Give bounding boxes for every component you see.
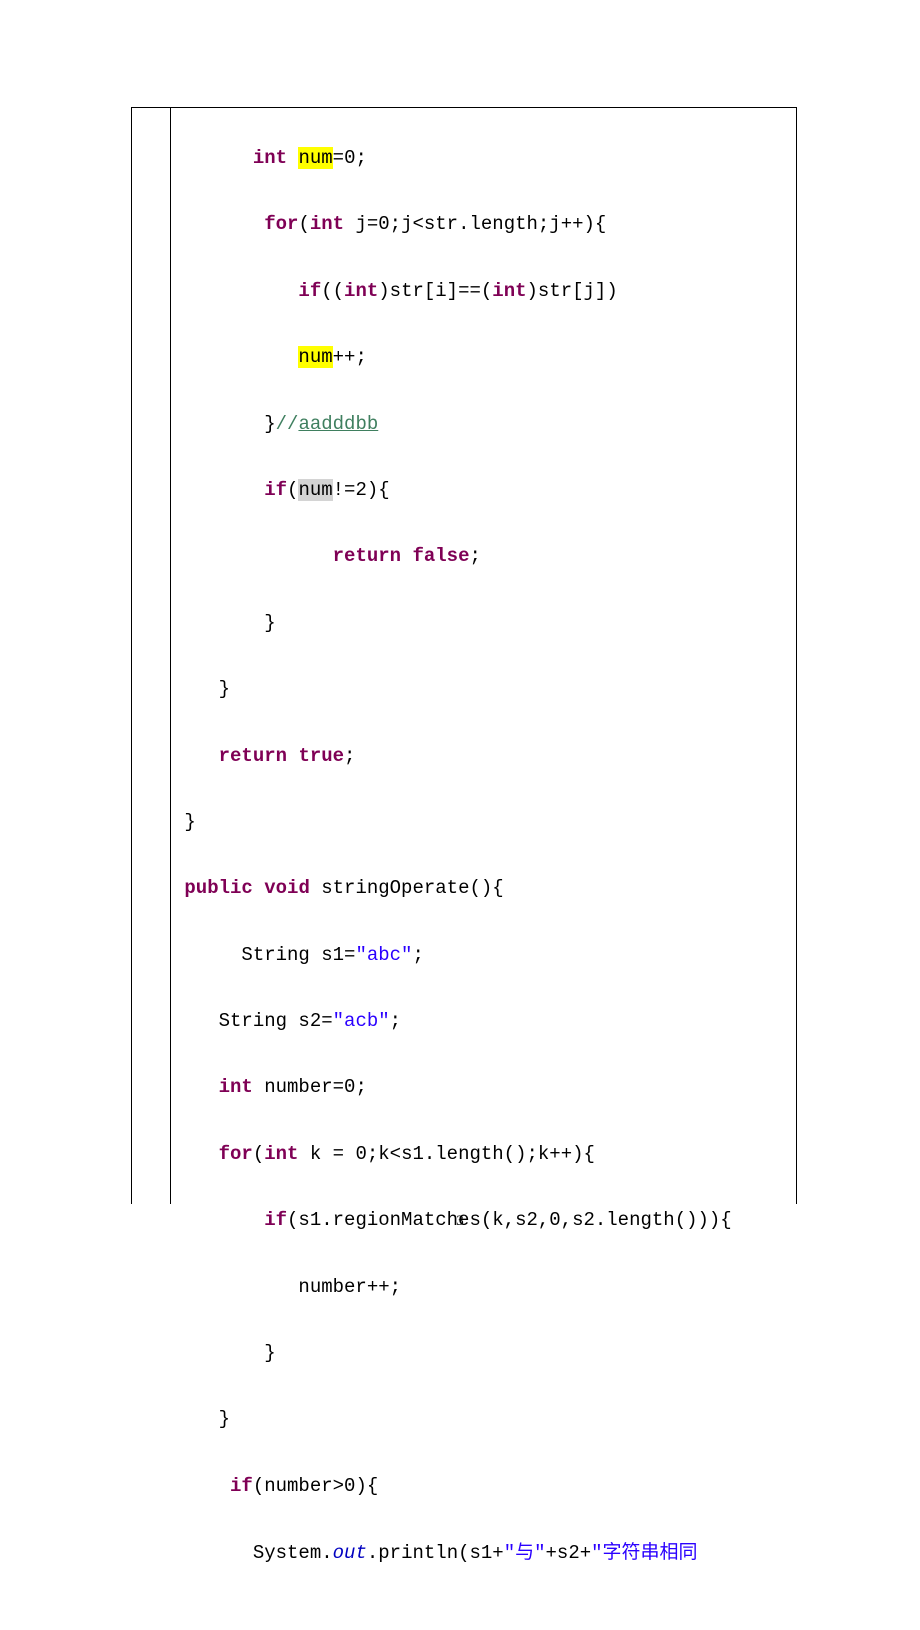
table-left-column: [131, 108, 171, 1204]
code-line: System.out.println(s1+"与"+s2+"字符串相同: [173, 1543, 796, 1563]
code-line: }: [173, 1344, 796, 1363]
code-line: for(int j=0;j<str.length;j++){: [173, 215, 796, 234]
code-line: }: [173, 680, 796, 699]
code-line: return false;: [173, 547, 796, 566]
code-line: if(num!=2){: [173, 481, 796, 500]
code-line: if((int)str[i]==(int)str[j]): [173, 282, 796, 301]
code-line: String s2="acb";: [173, 1012, 796, 1031]
code-line: return true;: [173, 747, 796, 766]
code-line: if(number>0){: [173, 1477, 796, 1496]
code-table: int num=0; for(int j=0;j<str.length;j++)…: [131, 107, 797, 1204]
code-line: number++;: [173, 1278, 796, 1297]
code-cell: int num=0; for(int j=0;j<str.length;j++)…: [171, 108, 797, 1204]
code-line: num++;: [173, 348, 796, 367]
code-line: }//aadddbb: [173, 415, 796, 434]
code-line: String s1="abc";: [173, 946, 796, 965]
code-line: public void stringOperate(){: [173, 879, 796, 898]
document-page: int num=0; for(int j=0;j<str.length;j++)…: [0, 0, 920, 1302]
code-line: int number=0;: [173, 1078, 796, 1097]
code-line: }: [173, 813, 796, 832]
page-number: 3: [0, 1213, 920, 1230]
code-line: }: [173, 614, 796, 633]
code-line: int num=0;: [173, 149, 796, 168]
code-line: }: [173, 1410, 796, 1429]
code-line: for(int k = 0;k<s1.length();k++){: [173, 1145, 796, 1164]
